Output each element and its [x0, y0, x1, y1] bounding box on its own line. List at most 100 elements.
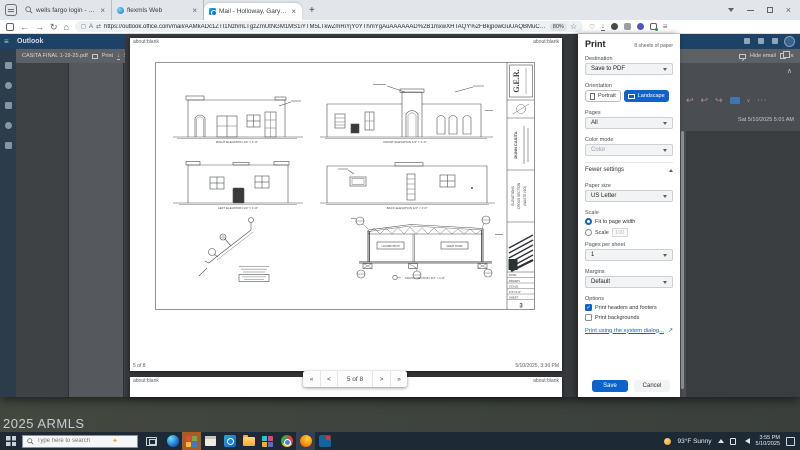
- popout-icon[interactable]: [780, 53, 786, 59]
- forward-icon[interactable]: ↪: [715, 95, 723, 106]
- system-dialog-link[interactable]: Print using the system dialog...: [585, 328, 664, 334]
- taskbar-app-teams[interactable]: [315, 432, 334, 450]
- last-page-button[interactable]: »: [390, 371, 407, 387]
- system-dialog-row: Print using the system dialog... ↗: [585, 327, 673, 334]
- taskbar-app-outlook[interactable]: [220, 432, 239, 450]
- margins-select[interactable]: Default: [585, 276, 673, 288]
- checkbox-icon[interactable]: [585, 314, 592, 321]
- hamburger-icon[interactable]: ≡: [4, 37, 9, 46]
- tab-actions-icon[interactable]: [5, 4, 17, 16]
- taskbar-app-firefox[interactable]: [296, 432, 315, 450]
- reply-all-icon[interactable]: ↩: [701, 95, 709, 106]
- mail-icon[interactable]: [5, 62, 12, 69]
- printer-icon: [92, 54, 98, 59]
- fit-to-page-option[interactable]: Fit to page width: [585, 218, 673, 225]
- taskbar-app-explorer[interactable]: [239, 432, 258, 450]
- email-date: Sat 5/10/2025 5:01 AM: [738, 117, 794, 123]
- weather-text[interactable]: 93°F Sunny: [677, 438, 711, 445]
- tab-list-chevron-icon[interactable]: [728, 8, 734, 15]
- settings-menu-icon[interactable]: ≡: [663, 22, 668, 31]
- paper-size-select[interactable]: US Letter: [585, 190, 673, 202]
- tab-outlook-active[interactable]: Mail - Holloway, Gary - Outlook ×: [204, 3, 302, 20]
- extension-icon[interactable]: [624, 23, 631, 30]
- header-icon[interactable]: [744, 38, 750, 44]
- prev-page-button[interactable]: <: [320, 371, 337, 387]
- tab-flexmls[interactable]: flexmls Web ×: [112, 0, 204, 20]
- home-icon[interactable]: ⌂: [64, 22, 69, 32]
- tab-close-icon[interactable]: ×: [191, 6, 198, 15]
- quick-action-icon[interactable]: [730, 97, 740, 104]
- headers-footers-option[interactable]: ✓Print headers and footers: [585, 304, 673, 311]
- chevron-down-icon[interactable]: ∨: [747, 98, 751, 104]
- taskbar-app-photos[interactable]: [258, 432, 277, 450]
- tray-device-icon[interactable]: [730, 438, 736, 445]
- people-icon[interactable]: [5, 102, 12, 109]
- next-page-button[interactable]: >: [373, 371, 390, 387]
- tab-close-icon[interactable]: ×: [290, 7, 297, 16]
- page-header-right: about:blank: [533, 39, 559, 45]
- more-actions-icon[interactable]: ···: [757, 97, 767, 104]
- extension-icon[interactable]: [611, 23, 618, 30]
- taskbar-clock[interactable]: 3:55 PM 5/10/2025: [756, 435, 780, 448]
- collapse-chevron-icon[interactable]: ∧: [787, 67, 792, 75]
- hide-email-button[interactable]: Hide email: [750, 53, 776, 59]
- pages-select[interactable]: All: [585, 117, 673, 129]
- cancel-button[interactable]: Cancel: [634, 380, 670, 392]
- save-button[interactable]: Save: [592, 380, 628, 392]
- minimize-button[interactable]: [747, 10, 754, 11]
- portrait-button[interactable]: Portrait: [585, 90, 621, 102]
- taskbar-app-edge[interactable]: [163, 432, 182, 450]
- back-icon[interactable]: ←: [20, 22, 29, 32]
- zoom-badge[interactable]: 80%: [550, 23, 567, 31]
- tab-close-icon[interactable]: ×: [99, 6, 106, 15]
- url-bar[interactable]: ◻ A ⇄ https://outlook.office.com/mail/AA…: [75, 21, 583, 32]
- pages-per-sheet-select[interactable]: 1: [585, 249, 673, 261]
- maximize-button[interactable]: [767, 7, 773, 13]
- avatar[interactable]: [784, 36, 795, 47]
- checkbox-checked-icon[interactable]: ✓: [585, 304, 592, 311]
- tab-wells-fargo[interactable]: wells fargo login - Search ×: [20, 0, 112, 20]
- close-email-icon[interactable]: ×: [790, 53, 794, 60]
- scrollbar[interactable]: [681, 131, 684, 389]
- header-icon[interactable]: [772, 38, 778, 44]
- page-header-right: about:blank: [533, 378, 559, 384]
- search-input[interactable]: [37, 438, 109, 444]
- taskbar-search[interactable]: ✦: [22, 435, 138, 448]
- tray-speaker-icon[interactable]: [742, 438, 750, 444]
- site-info-icon[interactable]: ◻: [81, 23, 86, 30]
- browser-essentials-icon[interactable]: [650, 23, 657, 30]
- notification-center-icon[interactable]: [786, 437, 795, 446]
- preview-page-1: about:blank about:blank: [130, 38, 562, 371]
- refresh-icon[interactable]: ↻: [50, 22, 58, 32]
- taskbar-app-chrome[interactable]: [277, 432, 296, 450]
- fewer-settings-toggle[interactable]: Fewer settings: [585, 167, 673, 173]
- custom-scale-option[interactable]: Scale100: [585, 228, 673, 237]
- fewer-settings-label: Fewer settings: [585, 167, 624, 173]
- backgrounds-option[interactable]: Print backgrounds: [585, 314, 673, 321]
- new-tab-button[interactable]: +: [309, 5, 315, 16]
- landscape-button[interactable]: Landscape: [624, 90, 669, 102]
- pdf-print-button[interactable]: Print: [102, 53, 113, 59]
- extension-icon[interactable]: [637, 23, 644, 30]
- radio-selected-icon[interactable]: [585, 218, 592, 225]
- destination-select[interactable]: Save to PDF: [585, 63, 673, 75]
- header-icon[interactable]: [758, 38, 764, 44]
- favorite-star-icon[interactable]: ☆: [570, 22, 577, 31]
- radio-icon[interactable]: [585, 229, 592, 236]
- taskbar-app-store[interactable]: [201, 432, 220, 450]
- start-button[interactable]: [0, 436, 22, 446]
- first-page-button[interactable]: «: [303, 371, 320, 387]
- reply-icon[interactable]: ↩: [686, 95, 694, 106]
- tab-search-icon[interactable]: [6, 23, 14, 31]
- tray-expand-icon[interactable]: [718, 436, 724, 443]
- calendar-icon[interactable]: [5, 82, 12, 89]
- downloads-icon[interactable]: ↓: [601, 23, 605, 31]
- apps-icon[interactable]: [5, 142, 12, 149]
- collections-icon[interactable]: ♡: [589, 23, 595, 31]
- taskbar-app-active[interactable]: [182, 432, 201, 450]
- scale-input[interactable]: 100: [612, 228, 628, 237]
- task-view-icon[interactable]: [146, 437, 157, 446]
- attachments-icon[interactable]: [5, 122, 12, 129]
- forward-icon[interactable]: →: [35, 22, 44, 32]
- close-window-button[interactable]: ×: [786, 6, 791, 15]
